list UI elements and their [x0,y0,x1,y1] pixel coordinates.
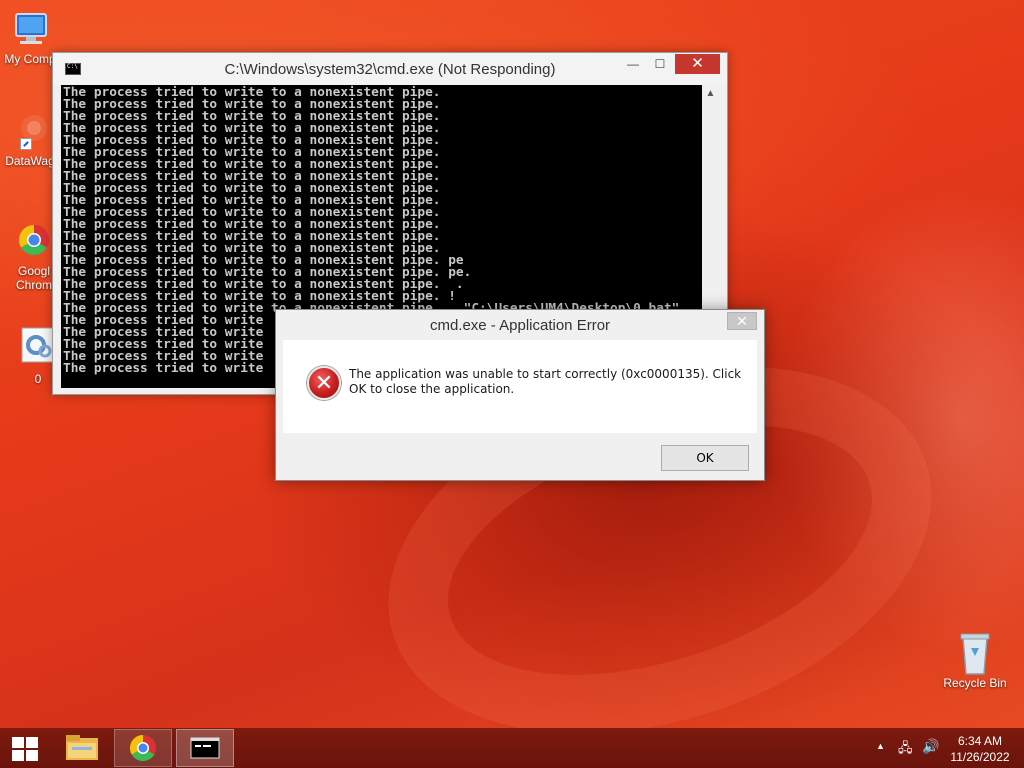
chrome-icon [12,222,56,262]
desktop-icon-recycle-bin[interactable]: Recycle Bin [937,630,1013,690]
show-hidden-icons-icon[interactable]: ▲ [876,741,885,751]
close-button[interactable]: ✕ [675,54,720,74]
system-tray: ▲ 🖧 🔊 6:34 AM 11/26/2022 [872,728,1022,768]
cmd-icon [190,737,220,759]
start-button[interactable] [0,729,52,767]
computer-icon [8,10,52,50]
recycle-bin-icon [953,630,997,675]
dialog-message: The application was unable to start corr… [349,367,742,396]
dialog-footer: OK [283,433,757,474]
taskbar-file-explorer[interactable] [56,729,110,767]
shortcut-arrow-icon [20,138,32,150]
volume-icon[interactable]: 🔊 [922,738,939,755]
dialog-titlebar[interactable]: cmd.exe - Application Error ✕ [276,310,764,340]
dialog-title: cmd.exe - Application Error [429,317,611,334]
chrome-icon [129,734,156,762]
network-icon[interactable]: 🖧 [898,739,913,761]
taskbar-command-prompt[interactable] [176,729,234,767]
error-icon: ✕ [307,366,341,400]
taskbar-google-chrome[interactable] [114,729,172,767]
scroll-up-arrow-icon[interactable]: ▲ [702,85,719,102]
minimize-button[interactable]: — [619,54,647,74]
application-error-dialog[interactable]: cmd.exe - Application Error ✕ ✕ The appl… [275,309,765,481]
cmd-titlebar[interactable]: C:\Windows\system32\cmd.exe (Not Respond… [53,53,727,85]
folder-icon [66,735,98,760]
desktop-icon-label: Recycle Bin [943,676,1007,690]
dialog-close-button[interactable]: ✕ [727,312,757,330]
dialog-body: ✕ The application was unable to start co… [283,340,757,474]
maximize-button[interactable]: ☐ [647,54,673,74]
clock-date[interactable]: 11/26/2022 [944,750,1016,764]
datawag-shortcut-icon [8,112,52,152]
clock-time[interactable]: 6:34 AM [944,734,1016,748]
windows-logo-icon [12,737,38,761]
taskbar: ▲ 🖧 🔊 6:34 AM 11/26/2022 [0,728,1024,768]
ok-button[interactable]: OK [661,445,749,471]
